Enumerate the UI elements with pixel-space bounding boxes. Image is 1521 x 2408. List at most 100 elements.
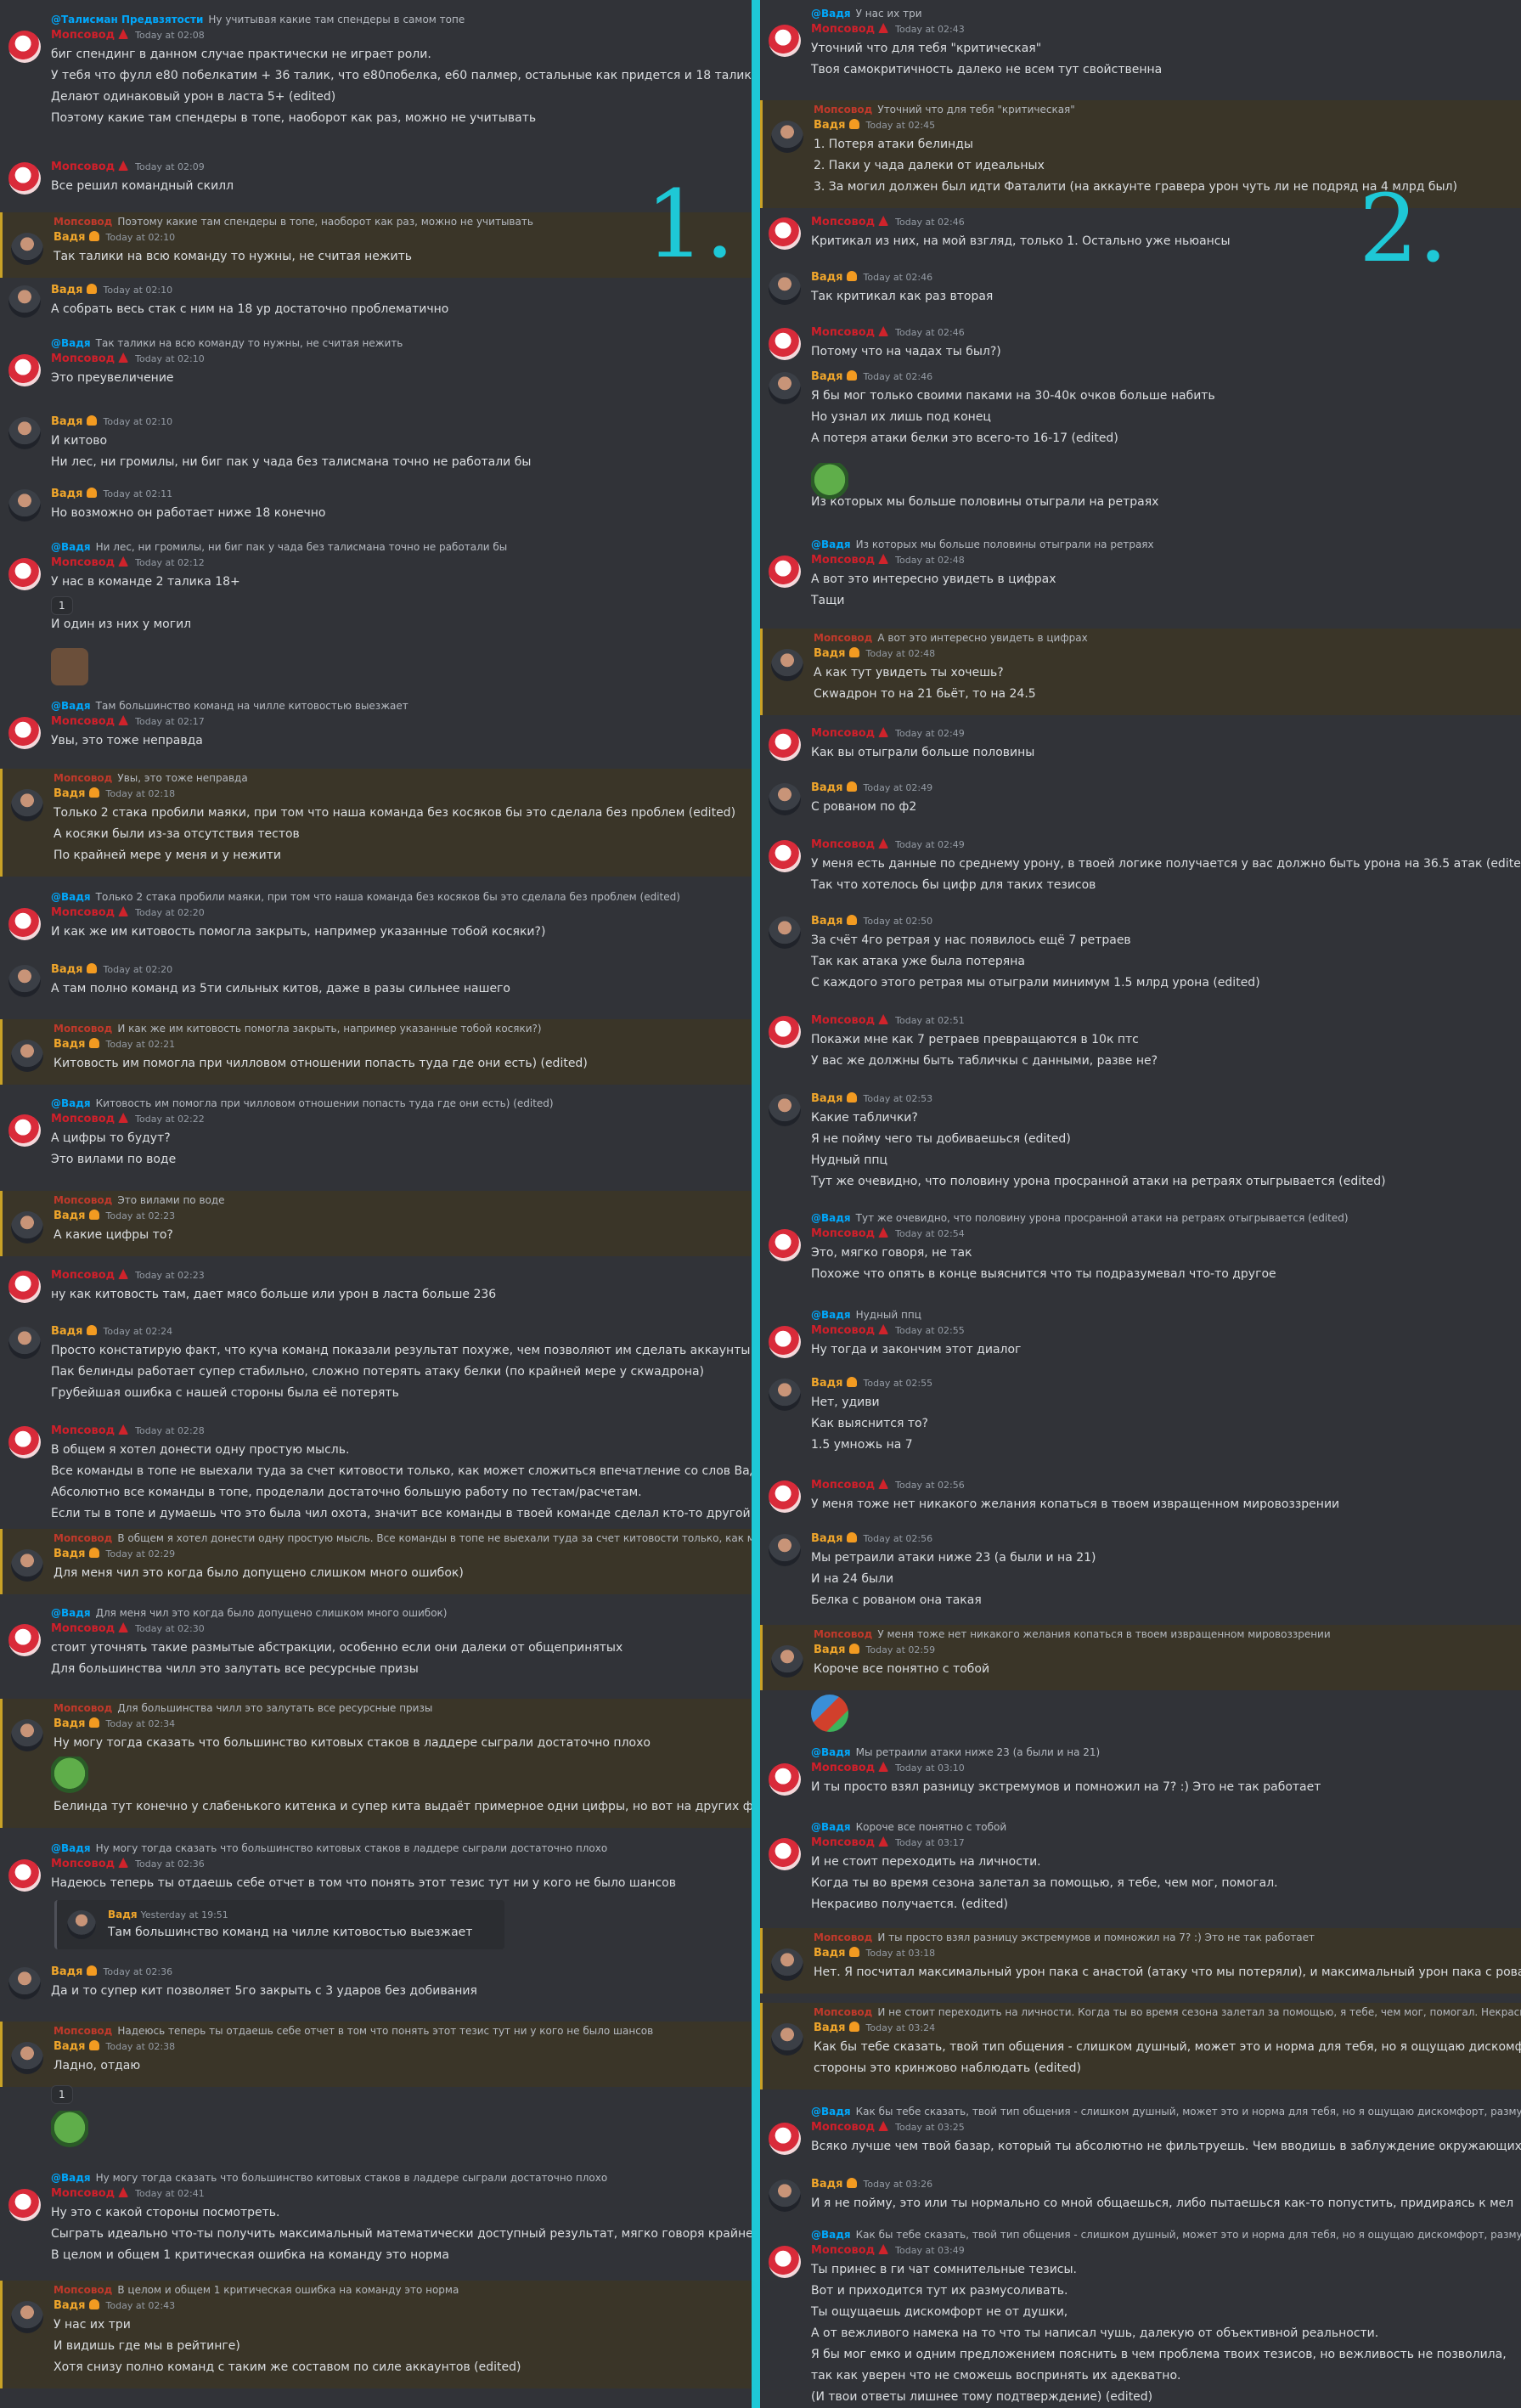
- reply-preview[interactable]: @Талисман Предвзятости Ну учитывая какие …: [51, 14, 465, 25]
- avatar[interactable]: [771, 1948, 803, 1981]
- avatar[interactable]: [11, 1719, 43, 1751]
- reply-author[interactable]: Мопсовод: [54, 2284, 112, 2296]
- avatar[interactable]: [769, 1534, 801, 1566]
- avatar[interactable]: [769, 1838, 801, 1870]
- username[interactable]: Мопсовод: [811, 1479, 875, 1492]
- username[interactable]: Мопсовод: [811, 326, 875, 339]
- reply-author[interactable]: @Вадя: [811, 1309, 851, 1321]
- reply-preview[interactable]: Мопсовод Для большинства чилл это залутат…: [54, 1702, 432, 1714]
- username[interactable]: Вадя: [814, 1947, 846, 1960]
- reply-preview[interactable]: @Вадя Тут же очевидно, что половину урона…: [811, 1212, 1349, 1224]
- reply-preview[interactable]: @Вадя У нас их три: [811, 8, 922, 20]
- avatar[interactable]: [769, 25, 801, 57]
- reply-author[interactable]: Мопсовод: [54, 1194, 112, 1206]
- username[interactable]: Мопсовод: [811, 727, 875, 740]
- username[interactable]: Мопсовод: [51, 161, 115, 173]
- username[interactable]: Мопсовод: [51, 556, 115, 569]
- avatar[interactable]: [11, 233, 43, 265]
- avatar[interactable]: [8, 31, 41, 63]
- reply-preview[interactable]: Мопсовод Надеюсь теперь ты отдаешь себе о…: [54, 2025, 653, 2037]
- reply-preview[interactable]: @Вадя Как бы тебе сказать, твой тип общен…: [811, 2106, 1521, 2118]
- reaction-button[interactable]: 1: [51, 2085, 73, 2104]
- avatar[interactable]: [769, 555, 801, 588]
- reply-author[interactable]: @Вадя: [51, 1842, 91, 1854]
- username[interactable]: Вадя: [54, 2040, 86, 2053]
- username[interactable]: Вадя: [51, 1965, 83, 1978]
- username[interactable]: Мопсовод: [811, 1324, 875, 1337]
- avatar[interactable]: [769, 2246, 801, 2278]
- username[interactable]: Вадя: [54, 1210, 86, 1222]
- reply-author[interactable]: Мопсовод: [54, 216, 112, 228]
- username[interactable]: Вадя: [811, 1377, 843, 1390]
- reply-preview[interactable]: @Вадя Ну могу тогда сказать что большинст…: [51, 1842, 607, 1854]
- username[interactable]: Мопсовод: [51, 1622, 115, 1635]
- username[interactable]: Мопсовод: [811, 1227, 875, 1240]
- avatar[interactable]: [8, 1114, 41, 1147]
- username[interactable]: Мопсовод: [811, 1836, 875, 1849]
- reply-author[interactable]: @Вадя: [51, 1097, 91, 1109]
- username[interactable]: Мопсовод: [811, 1762, 875, 1774]
- username[interactable]: Мопсовод: [811, 23, 875, 36]
- username[interactable]: Вадя: [811, 1532, 843, 1545]
- username[interactable]: Мопсовод: [51, 1269, 115, 1282]
- reply-author[interactable]: @Вадя: [51, 337, 91, 349]
- avatar[interactable]: [769, 783, 801, 815]
- reply-preview[interactable]: @Вадя Мы ретраили атаки ниже 23 (а были и…: [811, 1746, 1100, 1758]
- avatar[interactable]: [769, 1016, 801, 1048]
- reply-preview[interactable]: @Вадя Как бы тебе сказать, твой тип общен…: [811, 2229, 1521, 2241]
- username[interactable]: Мопсовод: [51, 1858, 115, 1870]
- avatar[interactable]: [8, 162, 41, 195]
- avatar[interactable]: [769, 1094, 801, 1126]
- avatar[interactable]: [769, 840, 801, 872]
- avatar[interactable]: [8, 717, 41, 749]
- username[interactable]: Мопсовод: [811, 2121, 875, 2134]
- avatar[interactable]: [8, 1426, 41, 1458]
- avatar[interactable]: [769, 1480, 801, 1513]
- avatar[interactable]: [769, 328, 801, 360]
- avatar[interactable]: [769, 217, 801, 250]
- avatar[interactable]: [771, 121, 803, 153]
- reply-author[interactable]: @Вадя: [51, 2172, 91, 2184]
- avatar[interactable]: [11, 1211, 43, 1243]
- username[interactable]: Мопсовод: [51, 906, 115, 919]
- username[interactable]: Мопсовод: [811, 2244, 875, 2257]
- username[interactable]: Мопсовод: [51, 2187, 115, 2200]
- username[interactable]: Вадя: [51, 963, 83, 976]
- reply-author[interactable]: Мопсовод: [54, 2025, 112, 2037]
- avatar[interactable]: [769, 1326, 801, 1358]
- reply-preview[interactable]: Мопсовод Уточний что для тебя "критическа…: [814, 104, 1075, 116]
- reply-author[interactable]: Мопсовод: [814, 104, 872, 116]
- reply-author[interactable]: @Вадя: [51, 541, 91, 553]
- reply-author[interactable]: Мопсовод: [54, 1532, 112, 1544]
- avatar[interactable]: [769, 372, 801, 404]
- username[interactable]: Вадя: [54, 1038, 86, 1051]
- reply-preview[interactable]: Мопсовод И как же им китовость помогла за…: [54, 1023, 542, 1035]
- avatar[interactable]: [8, 1859, 41, 1892]
- reply-preview[interactable]: @Вадя Китовость им помогла при чилловом о…: [51, 1097, 554, 1109]
- reply-preview[interactable]: Мопсовод Поэтому какие там спендеры в топ…: [54, 216, 533, 228]
- reply-author[interactable]: Мопсовод: [814, 1628, 872, 1640]
- reply-author[interactable]: Мопсовод: [54, 1702, 112, 1714]
- reply-author[interactable]: @Вадя: [51, 700, 91, 712]
- avatar[interactable]: [771, 2023, 803, 2056]
- avatar[interactable]: [11, 1549, 43, 1582]
- avatar[interactable]: [8, 1271, 41, 1303]
- reply-preview[interactable]: Мопсовод Увы, это тоже неправда: [54, 772, 248, 784]
- avatar[interactable]: [8, 285, 41, 318]
- avatar[interactable]: [11, 789, 43, 821]
- username[interactable]: Мопсовод: [51, 29, 115, 42]
- username[interactable]: Вадя: [811, 370, 843, 383]
- avatar[interactable]: [769, 1763, 801, 1796]
- username[interactable]: Мопсовод: [51, 1113, 115, 1125]
- username[interactable]: Мопсовод: [811, 216, 875, 228]
- reply-author[interactable]: @Вадя: [51, 1607, 91, 1619]
- reply-preview[interactable]: @Вадя Из которых мы больше половины отыгр…: [811, 539, 1154, 550]
- reply-preview[interactable]: @Вадя Короче все понятно с тобой: [811, 1821, 1006, 1833]
- reply-preview[interactable]: @Вадя Так талики на всю команду то нужны,…: [51, 337, 403, 349]
- avatar[interactable]: [8, 965, 41, 997]
- reply-author[interactable]: Мопсовод: [814, 632, 872, 644]
- reply-author[interactable]: @Вадя: [811, 539, 851, 550]
- username[interactable]: Вадя: [814, 2022, 846, 2034]
- reply-author[interactable]: Мопсовод: [54, 772, 112, 784]
- avatar[interactable]: [769, 1229, 801, 1261]
